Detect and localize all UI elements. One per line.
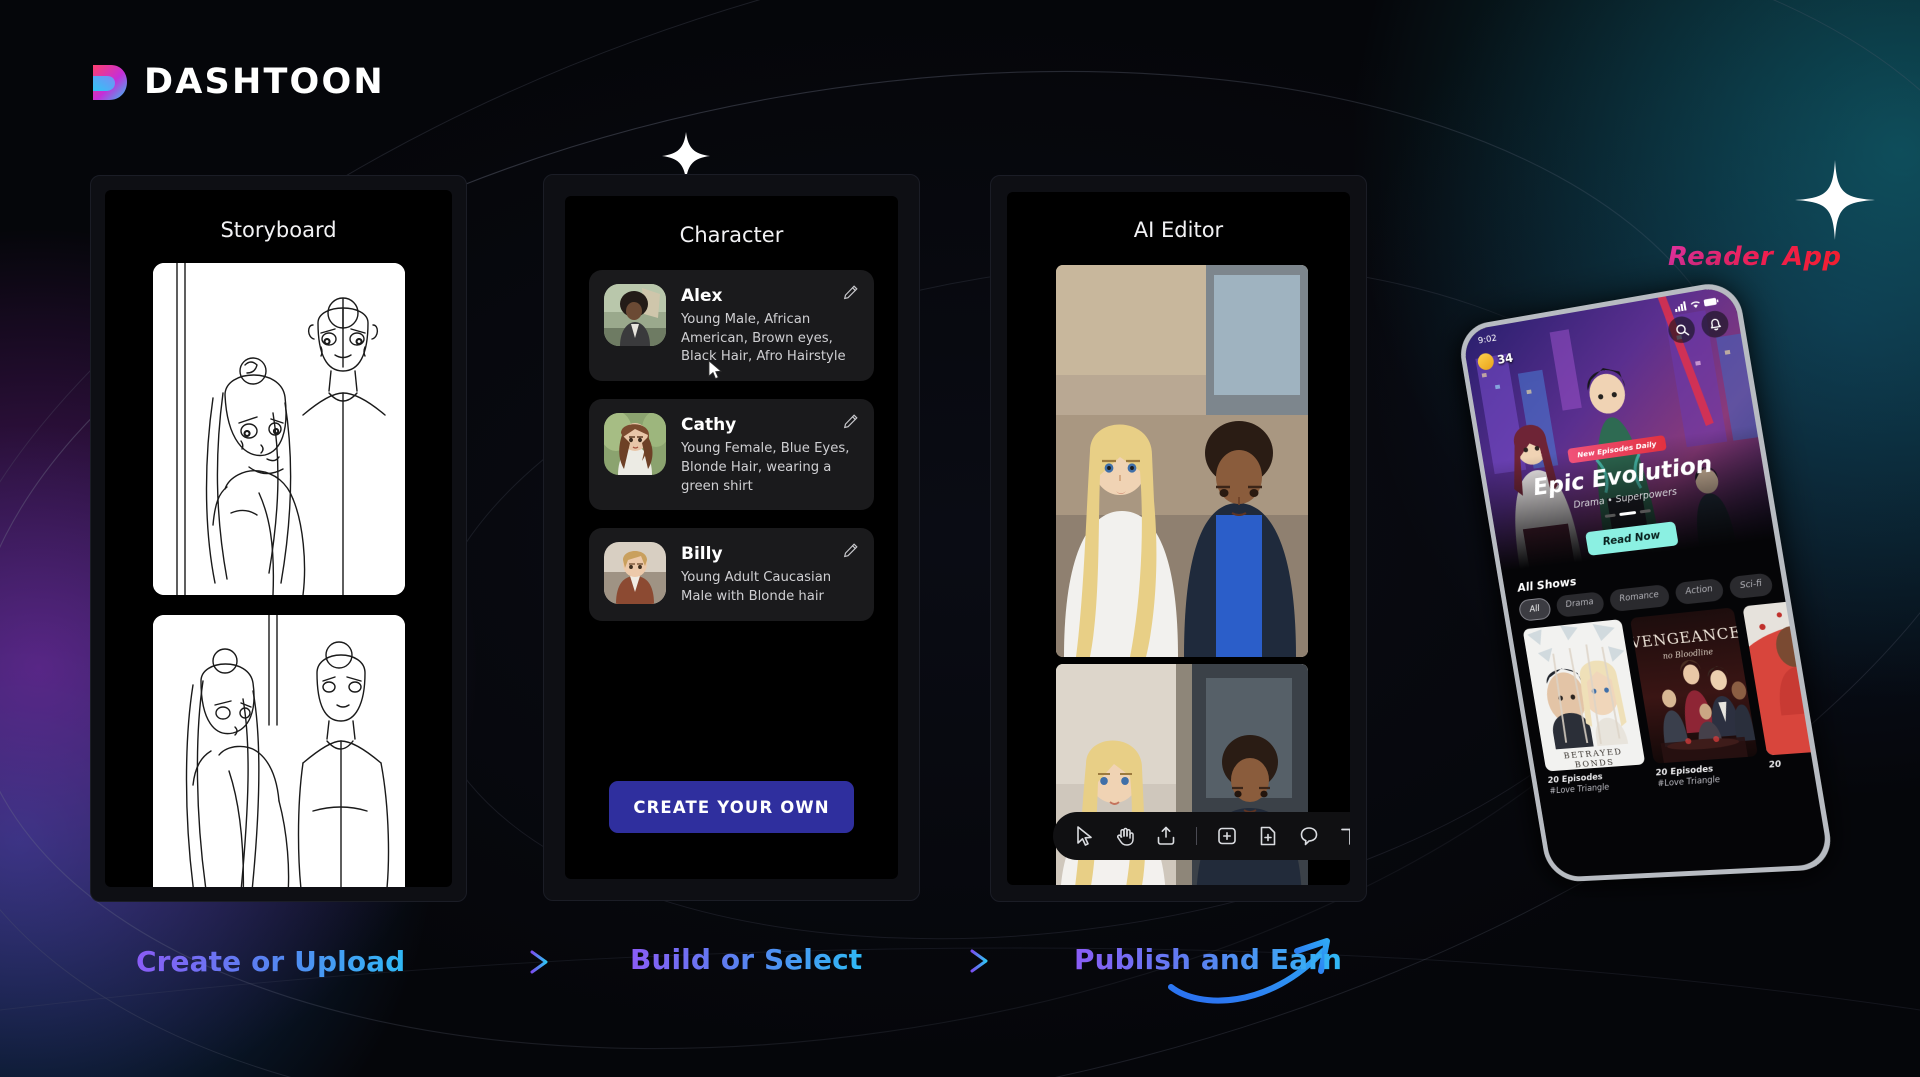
battery-icon xyxy=(1703,297,1719,308)
panel-ai-editor: AI Editor xyxy=(990,175,1367,902)
panel-storyboard: Storyboard xyxy=(90,175,467,902)
character-description: Young Male, African American, Brown eyes… xyxy=(681,311,859,367)
pencil-icon[interactable] xyxy=(842,284,859,301)
pencil-icon[interactable] xyxy=(842,413,859,430)
chip-drama[interactable]: Drama xyxy=(1555,591,1605,617)
avatar-billy-image xyxy=(604,542,666,604)
coin-icon xyxy=(1477,352,1495,371)
text-tool-icon[interactable] xyxy=(1339,825,1350,847)
character-name: Alex xyxy=(681,286,859,306)
brand-name: DASHTOON xyxy=(144,62,385,102)
step-label-build-or-select: Build or Select xyxy=(630,943,862,976)
add-frame-icon[interactable] xyxy=(1216,825,1238,847)
avatar xyxy=(604,413,666,475)
character-card-alex[interactable]: Alex Young Male, African American, Brown… xyxy=(589,270,874,381)
show-poster xyxy=(1742,595,1829,755)
character-name: Cathy xyxy=(681,415,859,435)
avatar xyxy=(604,284,666,346)
chip-scifi[interactable]: Sci-fi xyxy=(1728,572,1774,599)
panel-title-storyboard: Storyboard xyxy=(105,218,452,242)
svg-text:BONDS: BONDS xyxy=(1574,757,1615,770)
show-episodes: 20 xyxy=(1768,753,1829,771)
upload-icon[interactable] xyxy=(1155,825,1177,847)
reader-app-phone: 9:02 34 New Episodes Daily Epic Evolutio… xyxy=(1455,290,1875,910)
mouse-cursor-icon xyxy=(708,360,723,380)
brand-logo[interactable]: DASHTOON xyxy=(88,62,385,102)
coin-count: 34 xyxy=(1496,350,1514,366)
storyboard-frame[interactable] xyxy=(153,615,405,887)
show-poster: VENGEANCE no Bloodline xyxy=(1630,607,1758,763)
ai-editor-canvas: AI Editor xyxy=(1007,192,1350,885)
editor-toolbar xyxy=(1053,812,1350,860)
character-card-billy[interactable]: Billy Young Adult Caucasian Male with Bl… xyxy=(589,528,874,620)
reader-app-label: Reader App xyxy=(1668,242,1841,272)
editor-artwork-frame-1[interactable] xyxy=(1056,265,1308,657)
avatar-cathy-image xyxy=(604,413,666,475)
step-label-publish-and-earn: Publish and Earn xyxy=(1074,943,1342,976)
storyboard-canvas: Storyboard xyxy=(105,190,452,887)
show-poster: BETRAYED BONDS xyxy=(1523,619,1646,771)
signal-icon xyxy=(1674,301,1688,312)
chip-all[interactable]: All xyxy=(1518,597,1552,622)
panel-title-character: Character xyxy=(565,223,898,247)
character-name: Billy xyxy=(681,544,859,564)
show-card-list: BETRAYED BONDS 20 Episodes #Love Triangl… xyxy=(1523,602,1815,796)
show-poster-partial xyxy=(1742,595,1829,755)
chip-romance[interactable]: Romance xyxy=(1608,584,1671,612)
cursor-select-icon[interactable] xyxy=(1073,825,1095,847)
bell-icon[interactable] xyxy=(1700,309,1731,340)
character-list: Alex Young Male, African American, Brown… xyxy=(589,270,874,621)
create-your-own-button[interactable]: CREATE YOUR OWN xyxy=(609,781,854,833)
character-description: Young Adult Caucasian Male with Blonde h… xyxy=(681,569,859,606)
toolbar-divider xyxy=(1196,827,1197,845)
show-card[interactable]: BETRAYED BONDS 20 Episodes #Love Triangl… xyxy=(1523,619,1650,795)
character-card-cathy[interactable]: Cathy Young Female, Blue Eyes, Blonde Ha… xyxy=(589,399,874,510)
comment-icon[interactable] xyxy=(1298,825,1320,847)
step-label-create-or-upload: Create or Upload xyxy=(136,945,405,978)
add-page-icon[interactable] xyxy=(1257,825,1279,847)
dashtoon-logo-icon xyxy=(88,62,128,102)
search-icon[interactable] xyxy=(1666,314,1696,344)
phone-device: 9:02 34 New Episodes Daily Epic Evolutio… xyxy=(1456,279,1835,883)
avatar-alex-image xyxy=(604,284,666,346)
storyboard-sketch-2 xyxy=(153,615,405,887)
show-card[interactable]: VENGEANCE no Bloodline 20 Episodes #Love… xyxy=(1630,607,1762,788)
status-time: 9:02 xyxy=(1477,333,1497,346)
arrow-right-icon xyxy=(448,948,558,976)
show-poster-betrayed-bonds: BETRAYED BONDS xyxy=(1523,619,1646,771)
starburst-icon xyxy=(1795,160,1875,240)
phone-screen: 9:02 34 New Episodes Daily Epic Evolutio… xyxy=(1461,285,1829,878)
storyboard-sketch-1 xyxy=(153,263,405,595)
chip-action[interactable]: Action xyxy=(1674,578,1725,605)
wifi-icon xyxy=(1689,299,1702,310)
storyboard-frame[interactable] xyxy=(153,263,405,595)
avatar xyxy=(604,542,666,604)
show-poster-vengeance: VENGEANCE no Bloodline xyxy=(1630,607,1758,763)
editor-artwork-image-1 xyxy=(1056,265,1308,657)
hand-pan-icon[interactable] xyxy=(1114,825,1136,847)
arrow-right-icon xyxy=(888,947,998,975)
character-description: Young Female, Blue Eyes, Blonde Hair, we… xyxy=(681,440,859,496)
panel-title-ai-editor: AI Editor xyxy=(1007,218,1350,242)
pencil-icon[interactable] xyxy=(842,542,859,559)
panel-character: Character Alex Young Male, African Ameri… xyxy=(543,174,920,901)
character-canvas: Character Alex Young Male, African Ameri… xyxy=(565,196,898,879)
all-shows-heading: All Shows xyxy=(1516,574,1577,594)
